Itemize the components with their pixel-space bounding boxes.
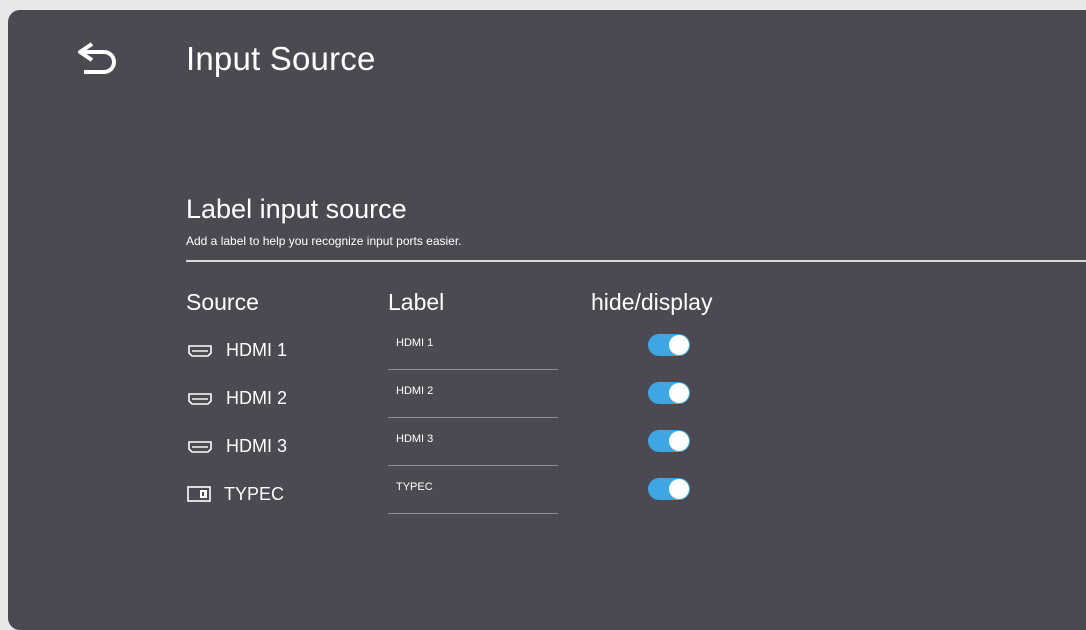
source-row-hdmi2: HDMI 2 HDMI 2 [8,378,908,418]
input-source-panel: Input Source Label input source Add a la… [8,10,1086,630]
section-subtitle: Add a label to help you recognize input … [186,234,462,248]
back-button[interactable] [70,36,122,82]
toggle-knob [669,383,689,403]
label-input-value: HDMI 1 [396,336,434,349]
section-title: Label input source [186,194,407,224]
hdmi-port-icon [188,441,212,453]
source-name: HDMI 3 [226,435,288,456]
display-toggle[interactable] [648,430,690,452]
typec-touch-icon [187,486,211,502]
source-row-hdmi3: HDMI 3 HDMI 3 [8,426,908,466]
page-title: Input Source [186,40,376,77]
column-header-toggle: hide/display [591,289,713,315]
toggle-knob [669,431,689,451]
source-row-hdmi1: HDMI 1 HDMI 1 [8,330,908,370]
column-header-source: Source [186,289,259,315]
source-cell: HDMI 3 [186,426,287,466]
display-toggle[interactable] [648,334,690,356]
source-cell: TYPEC [186,474,284,514]
label-input-value: HDMI 2 [396,384,434,397]
back-arrow-icon [78,42,116,74]
label-input-value: TYPEC [396,480,433,493]
toggle-knob [669,335,689,355]
label-input[interactable]: TYPEC [388,474,558,514]
label-input[interactable]: HDMI 1 [388,330,558,370]
toggle-knob [669,479,689,499]
source-name: HDMI 1 [226,339,288,360]
hdmi-port-icon [188,345,212,357]
display-toggle[interactable] [648,382,690,404]
hdmi-port-icon [188,393,212,405]
display-toggle[interactable] [648,478,690,500]
source-row-typec: TYPEC TYPEC [8,474,908,514]
source-name: TYPEC [224,483,285,504]
label-input[interactable]: HDMI 3 [388,426,558,466]
source-cell: HDMI 1 [186,330,287,370]
source-cell: HDMI 2 [186,378,287,418]
source-name: HDMI 2 [226,387,288,408]
column-header-label: Label [388,289,445,315]
section-divider [186,260,1086,262]
label-input-value: HDMI 3 [396,432,434,445]
label-input[interactable]: HDMI 2 [388,378,558,418]
